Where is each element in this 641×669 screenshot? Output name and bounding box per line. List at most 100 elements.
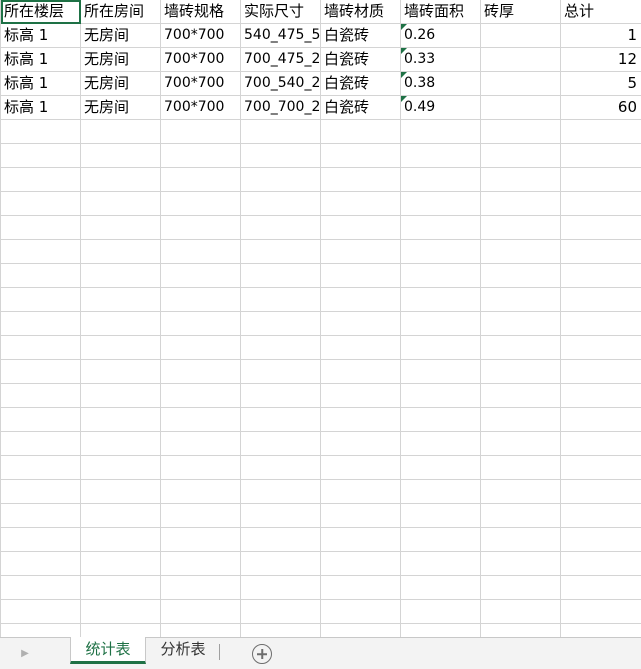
empty-cell[interactable] [1,120,81,144]
empty-cell[interactable] [241,192,321,216]
empty-cell[interactable] [1,504,81,528]
empty-cell[interactable] [241,456,321,480]
empty-cell[interactable] [401,528,481,552]
empty-cell[interactable] [241,624,321,637]
column-header-cell[interactable]: 所在楼层 [1,0,81,24]
empty-cell[interactable] [241,432,321,456]
empty-cell[interactable] [321,240,401,264]
empty-cell[interactable] [401,168,481,192]
empty-cell[interactable] [241,552,321,576]
empty-cell[interactable] [321,576,401,600]
empty-cell[interactable] [401,120,481,144]
empty-cell[interactable] [81,144,161,168]
table-cell[interactable]: 标高 1 [1,24,81,48]
empty-cell[interactable] [401,144,481,168]
empty-cell[interactable] [1,624,81,637]
empty-cell[interactable] [1,144,81,168]
empty-cell[interactable] [561,240,641,264]
column-header-cell[interactable]: 总计 [561,0,641,24]
table-cell[interactable]: 540_475_5 [241,24,321,48]
empty-cell[interactable] [241,240,321,264]
empty-cell[interactable] [481,624,561,637]
empty-cell[interactable] [1,576,81,600]
empty-cell[interactable] [481,240,561,264]
empty-cell[interactable] [81,288,161,312]
empty-cell[interactable] [321,120,401,144]
empty-cell[interactable] [81,312,161,336]
empty-cell[interactable] [481,408,561,432]
column-header-cell[interactable]: 所在房间 [81,0,161,24]
empty-cell[interactable] [161,264,241,288]
empty-cell[interactable] [561,600,641,624]
empty-cell[interactable] [81,576,161,600]
empty-cell[interactable] [321,168,401,192]
empty-cell[interactable] [1,216,81,240]
empty-cell[interactable] [481,600,561,624]
column-header-cell[interactable]: 墙砖规格 [161,0,241,24]
empty-cell[interactable] [401,288,481,312]
empty-cell[interactable] [81,504,161,528]
empty-cell[interactable] [481,456,561,480]
empty-cell[interactable] [241,312,321,336]
empty-cell[interactable] [321,432,401,456]
empty-cell[interactable] [1,432,81,456]
empty-cell[interactable] [401,312,481,336]
empty-cell[interactable] [481,336,561,360]
spreadsheet-grid[interactable]: 所在楼层 所在房间 墙砖规格 实际尺寸 墙砖材质 墙砖面积 砖厚 总计 标高 1 无房间 700*7… [0,0,641,637]
empty-cell[interactable] [81,264,161,288]
empty-cell[interactable] [1,552,81,576]
empty-cell[interactable] [401,336,481,360]
empty-cell[interactable] [561,312,641,336]
empty-cell[interactable] [401,624,481,637]
table-cell[interactable]: 标高 1 [1,48,81,72]
empty-cell[interactable] [401,552,481,576]
column-header-cell[interactable]: 实际尺寸 [241,0,321,24]
empty-cell[interactable] [161,360,241,384]
empty-cell[interactable] [241,504,321,528]
empty-cell[interactable] [81,528,161,552]
empty-cell[interactable] [321,408,401,432]
table-cell[interactable]: 白瓷砖 [321,48,401,72]
empty-cell[interactable] [481,168,561,192]
empty-cell[interactable] [241,360,321,384]
empty-cell[interactable] [161,192,241,216]
empty-cell[interactable] [241,144,321,168]
empty-cell[interactable] [401,192,481,216]
empty-cell[interactable] [401,408,481,432]
table-cell[interactable] [481,96,561,120]
tab-statistics[interactable]: 统计表 [70,637,146,664]
table-cell[interactable]: 无房间 [81,72,161,96]
empty-cell[interactable] [241,480,321,504]
empty-cell[interactable] [401,264,481,288]
empty-cell[interactable] [401,384,481,408]
empty-cell[interactable] [81,240,161,264]
empty-cell[interactable] [81,456,161,480]
empty-cell[interactable] [241,576,321,600]
column-header-cell[interactable]: 墙砖面积 [401,0,481,24]
empty-cell[interactable] [401,432,481,456]
empty-cell[interactable] [321,192,401,216]
empty-cell[interactable] [481,264,561,288]
empty-cell[interactable] [241,408,321,432]
empty-cell[interactable] [321,504,401,528]
table-cell[interactable]: 700_540_2 [241,72,321,96]
empty-cell[interactable] [1,360,81,384]
empty-cell[interactable] [561,624,641,637]
empty-cell[interactable] [161,240,241,264]
table-cell[interactable]: 700*700 [161,48,241,72]
empty-cell[interactable] [1,192,81,216]
empty-cell[interactable] [321,480,401,504]
empty-cell[interactable] [241,216,321,240]
empty-cell[interactable] [1,456,81,480]
empty-cell[interactable] [161,336,241,360]
empty-cell[interactable] [81,480,161,504]
empty-cell[interactable] [321,144,401,168]
empty-cell[interactable] [1,312,81,336]
empty-cell[interactable] [401,504,481,528]
empty-cell[interactable] [161,384,241,408]
empty-cell[interactable] [81,360,161,384]
empty-cell[interactable] [161,576,241,600]
empty-cell[interactable] [481,312,561,336]
empty-cell[interactable] [561,144,641,168]
table-cell[interactable]: 0.26 [401,24,481,48]
